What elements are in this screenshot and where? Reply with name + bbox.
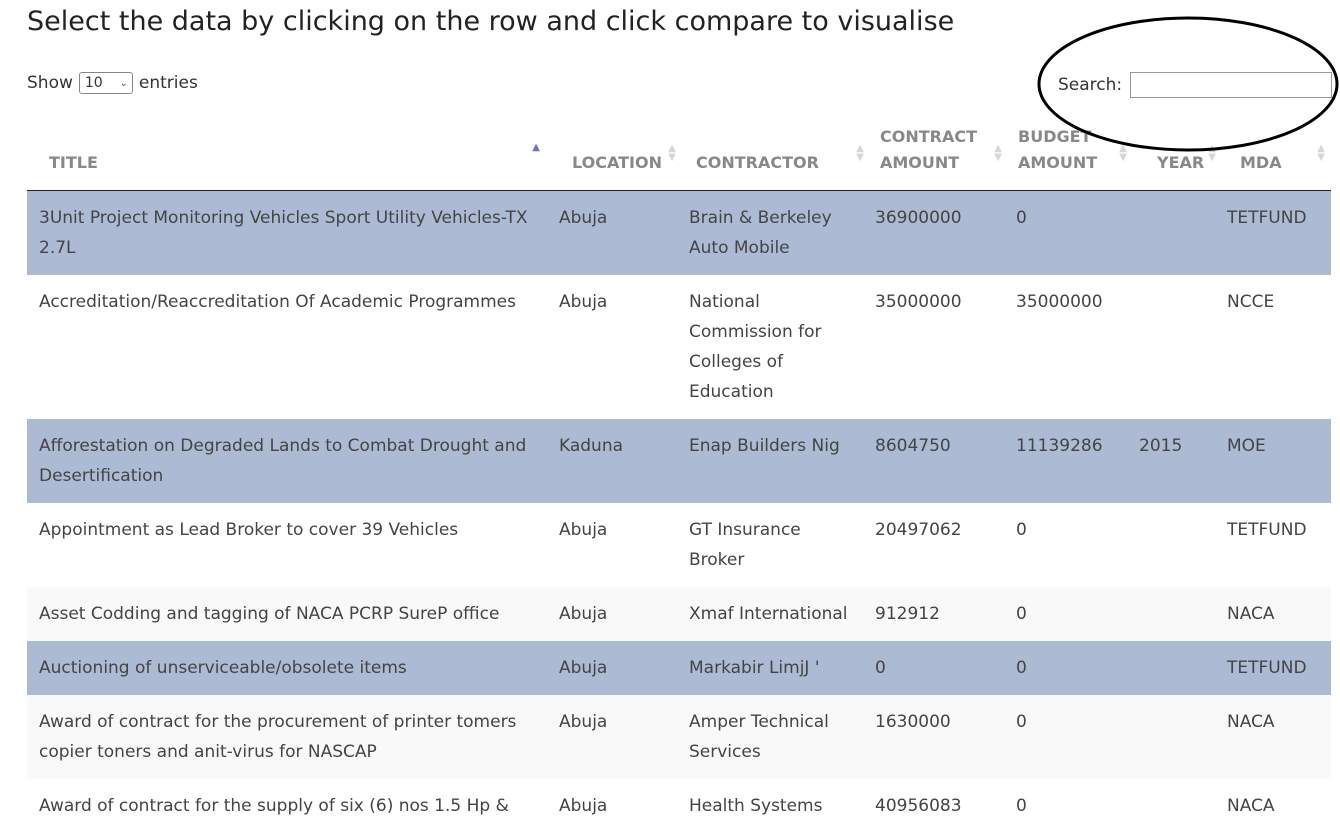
cell-title: Award of contract for the procurement of… — [39, 712, 517, 762]
cell-contractor: Markabir LimjJ ' — [689, 658, 820, 678]
cell-budget-amount: 0 — [1016, 520, 1027, 540]
cell-contract-amount: 20497062 — [875, 520, 962, 540]
cell-location: Abuja — [559, 208, 608, 228]
cell-year — [1133, 191, 1222, 276]
cell-title: Afforestation on Degraded Lands to Comba… — [39, 436, 527, 486]
column-header-label: YEAR — [1157, 153, 1205, 172]
cell-location: Abuja — [559, 604, 608, 624]
cell-mda: NACA — [1227, 712, 1275, 732]
cell-location: Kaduna — [559, 436, 624, 456]
table-row[interactable]: Auctioning of unserviceable/obsolete ite… — [27, 641, 1331, 695]
cell-contract-amount: 1630000 — [875, 712, 951, 732]
cell-title: 3Unit Project Monitoring Vehicles Sport … — [39, 208, 528, 258]
entries-length-control: Show 10 ⌄ entries — [27, 72, 198, 94]
search-label: Search: — [1058, 75, 1123, 95]
sort-both-icon: ▲ ▼ — [668, 143, 676, 163]
cell-contractor: Xmaf International — [689, 604, 848, 624]
cell-title: Asset Codding and tagging of NACA PCRP S… — [39, 604, 500, 624]
sort-both-icon: ▲ ▼ — [856, 143, 864, 163]
cell-location: Abuja — [559, 292, 608, 312]
column-header-contract-amount[interactable]: CONTRACT AMOUNT ▲ ▼ — [870, 112, 1008, 191]
cell-mda: NCCE — [1227, 292, 1275, 312]
cell-contractor: National Commission for Colleges of Educ… — [689, 292, 822, 402]
cell-contract-amount: 8604750 — [875, 436, 951, 456]
cell-title: Appointment as Lead Broker to cover 39 V… — [39, 520, 459, 540]
cell-budget-amount: 0 — [1016, 712, 1027, 732]
table-row[interactable]: Award of contract for the supply of six … — [27, 779, 1331, 833]
column-header-label: TITLE — [49, 153, 98, 172]
cell-contract-amount: 40956083 — [875, 796, 962, 816]
chevron-down-icon: ⌄ — [119, 77, 128, 89]
column-header-label: MDA — [1240, 153, 1282, 172]
entries-per-page-select[interactable]: 10 ⌄ — [78, 72, 133, 94]
cell-budget-amount: 0 — [1016, 208, 1027, 228]
column-header-contractor[interactable]: CONTRACTOR ▲ ▼ — [682, 112, 870, 191]
page-title: Select the data by clicking on the row a… — [27, 6, 955, 37]
cell-budget-amount: 35000000 — [1016, 292, 1103, 312]
sort-ascending-icon: ▲ — [532, 142, 540, 153]
column-header-label: CONTRACTOR — [696, 153, 819, 172]
column-header-label: BUDGET AMOUNT — [1018, 127, 1098, 172]
column-header-mda[interactable]: MDA ▲ ▼ — [1222, 112, 1331, 191]
table-header-row: TITLE ▲ LOCATION ▲ ▼ CONTRACTOR ▲ ▼ CONTRA… — [27, 112, 1331, 191]
cell-year — [1133, 503, 1222, 587]
column-header-label: LOCATION — [572, 153, 662, 172]
table-row[interactable]: Asset Codding and tagging of NACA PCRP S… — [27, 587, 1331, 641]
cell-location: Abuja — [559, 796, 608, 816]
cell-title: Award of contract for the supply of six … — [39, 796, 509, 816]
cell-year — [1133, 779, 1222, 833]
cell-mda: TETFUND — [1227, 520, 1307, 540]
cell-contractor: Enap Builders Nig — [689, 436, 840, 456]
contracts-table: TITLE ▲ LOCATION ▲ ▼ CONTRACTOR ▲ ▼ CONTRA… — [27, 112, 1331, 833]
column-header-title[interactable]: TITLE ▲ — [27, 112, 550, 191]
table-row[interactable]: 3Unit Project Monitoring Vehicles Sport … — [27, 190, 1331, 276]
cell-mda: NACA — [1227, 604, 1275, 624]
cell-year: 2015 — [1139, 436, 1183, 456]
sort-both-icon: ▲ ▼ — [1208, 143, 1216, 163]
show-label: Show — [27, 73, 73, 93]
cell-contractor: Brain & Berkeley Auto Mobile — [689, 208, 832, 258]
cell-contractor: GT Insurance Broker — [689, 520, 801, 570]
column-header-year[interactable]: YEAR ▲ ▼ — [1133, 112, 1222, 191]
search-input[interactable] — [1130, 72, 1333, 98]
entries-label: entries — [138, 73, 198, 93]
table-row[interactable]: Award of contract for the procurement of… — [27, 695, 1331, 779]
cell-contract-amount: 36900000 — [875, 208, 962, 228]
cell-contractor: Health Systems — [689, 796, 823, 816]
cell-year — [1133, 641, 1222, 695]
cell-title: Accreditation/Reaccreditation Of Academi… — [39, 292, 516, 312]
cell-contract-amount: 912912 — [875, 604, 940, 624]
column-header-budget-amount[interactable]: BUDGET AMOUNT ▲ ▼ — [1008, 112, 1133, 191]
sort-both-icon: ▲ ▼ — [1119, 143, 1127, 163]
cell-mda: TETFUND — [1227, 208, 1307, 228]
cell-location: Abuja — [559, 520, 608, 540]
cell-budget-amount: 0 — [1016, 658, 1027, 678]
table-row[interactable]: Accreditation/Reaccreditation Of Academi… — [27, 275, 1331, 419]
cell-contract-amount: 35000000 — [875, 292, 962, 312]
cell-year — [1133, 695, 1222, 779]
table-row[interactable]: Afforestation on Degraded Lands to Comba… — [27, 419, 1331, 503]
cell-budget-amount: 0 — [1016, 796, 1027, 816]
sort-both-icon: ▲ ▼ — [994, 143, 1002, 163]
entries-per-page-value: 10 — [84, 75, 103, 91]
cell-contract-amount: 0 — [875, 658, 886, 678]
cell-mda: MOE — [1227, 436, 1266, 456]
cell-budget-amount: 11139286 — [1016, 436, 1103, 456]
sort-both-icon: ▲ ▼ — [1317, 143, 1325, 163]
cell-year — [1133, 275, 1222, 419]
table-row[interactable]: Appointment as Lead Broker to cover 39 V… — [27, 503, 1331, 587]
cell-year — [1133, 587, 1222, 641]
cell-budget-amount: 0 — [1016, 604, 1027, 624]
search-control: Search: — [1058, 72, 1333, 98]
cell-mda: NACA — [1227, 796, 1275, 816]
cell-mda: TETFUND — [1227, 658, 1307, 678]
cell-title: Auctioning of unserviceable/obsolete ite… — [39, 658, 407, 678]
cell-location: Abuja — [559, 658, 608, 678]
cell-location: Abuja — [559, 712, 608, 732]
column-header-location[interactable]: LOCATION ▲ ▼ — [550, 112, 682, 191]
cell-contractor: Amper Technical Services — [689, 712, 829, 762]
column-header-label: CONTRACT AMOUNT — [880, 127, 978, 172]
